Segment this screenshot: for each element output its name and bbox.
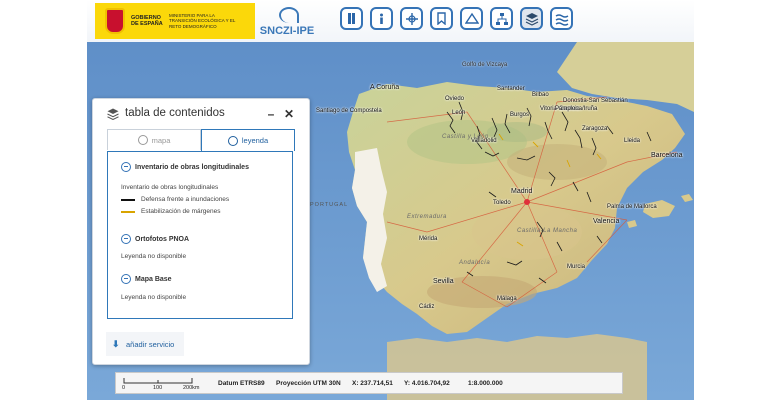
region-label: Castilla-La Mancha <box>517 228 578 234</box>
bookmark-icon <box>437 12 446 25</box>
tab-mapa[interactable]: mapa <box>107 129 201 150</box>
legend-service-name: Ortofotos PNOA <box>135 235 190 243</box>
legend-item-label: Defensa frente a inundaciones <box>141 196 230 203</box>
legend-service[interactable]: Inventario de obras longitudinales <box>121 162 249 172</box>
coordinates-button[interactable] <box>400 7 423 30</box>
city-label: Murcia <box>567 264 586 270</box>
city-label: Zaragoza <box>582 126 608 132</box>
network-button[interactable] <box>490 7 513 30</box>
waves-icon <box>555 13 568 26</box>
globe-icon <box>137 135 148 145</box>
add-service-button[interactable]: ⬇ añadir servicio <box>106 332 184 356</box>
toc-header: tabla de contenidos – ✕ <box>93 99 309 129</box>
city-label: Cádiz <box>419 304 435 310</box>
coat-of-arms-icon <box>105 8 125 34</box>
city-label: Burgos <box>510 112 530 118</box>
city-label: Barcelona <box>651 152 683 159</box>
map-toolbar-button[interactable] <box>340 7 363 30</box>
ministerio-label: MINISTERIO PARA LA TRANSICIÓN ECOLÓGICA … <box>169 12 236 29</box>
network-icon <box>495 12 508 25</box>
line-symbol-icon <box>121 210 135 213</box>
scale-bar: 0 100 200km <box>122 377 202 393</box>
region-label: Andalucía <box>459 260 491 266</box>
legend-item: Estabilización de márgenes <box>121 208 221 215</box>
region-label: Extremadura <box>407 214 447 220</box>
layers-icon <box>107 108 119 120</box>
city-label: León <box>452 110 466 116</box>
download-icon: ⬇ <box>112 338 120 349</box>
service-icon <box>121 234 131 244</box>
x-coordinate: X: 237.714,51 <box>352 380 393 387</box>
legend-item-label: Estabilización de márgenes <box>141 208 221 215</box>
city-label: Toledo <box>493 200 511 206</box>
legend-service-name: Inventario de obras longitudinales <box>135 163 249 171</box>
legend-item: Defensa frente a inundaciones <box>121 196 229 203</box>
status-bar: 0 100 200km Datum ETRS89 Proyección UTM … <box>115 372 623 394</box>
projection-label: Proyección UTM 30N <box>276 380 341 387</box>
app-frame: GOBIERNO DE ESPAÑA MINISTERIO PARA LA TR… <box>87 0 694 400</box>
legend-icon <box>227 135 238 146</box>
sea-label: Golfo de Vizcaya <box>462 62 508 68</box>
coordinates-icon <box>405 12 418 25</box>
legend-content: Inventario de obras longitudinales Inven… <box>107 151 293 319</box>
measure-button[interactable] <box>460 7 483 30</box>
y-coordinate: Y: 4.016.704,92 <box>404 380 450 387</box>
tab-leyenda-label: leyenda <box>241 136 269 145</box>
legend-layer-title: Inventario de obras longitudinales <box>121 184 219 191</box>
scale-bar-graphic <box>123 378 193 384</box>
legend-service[interactable]: Ortofotos PNOA <box>121 234 189 244</box>
city-label: Palma de Mallorca <box>607 204 657 210</box>
toolbar <box>340 7 573 30</box>
scale-tick: 0 <box>122 385 126 391</box>
city-label: Santiago de Compostela <box>316 108 382 114</box>
city-label: Madrid <box>511 188 533 195</box>
layers-icon <box>525 12 538 26</box>
service-icon <box>121 162 131 172</box>
government-logo: GOBIERNO DE ESPAÑA MINISTERIO PARA LA TR… <box>95 3 255 39</box>
city-label: Oviedo <box>445 96 465 102</box>
city-label: Lleida <box>624 138 641 144</box>
city-label: Sevilla <box>433 278 454 285</box>
city-label: Donostia-San Sebastián <box>563 98 628 104</box>
info-button[interactable] <box>370 7 393 30</box>
city-label: Santander <box>497 86 525 92</box>
legend-service[interactable]: Mapa Base <box>121 274 172 284</box>
info-icon <box>380 13 383 24</box>
measure-icon <box>464 12 479 24</box>
map-scale: 1:8.000.000 <box>468 380 503 387</box>
legend-note: Leyenda no disponible <box>121 294 187 301</box>
datum-label: Datum ETRS89 <box>218 380 265 387</box>
service-icon <box>121 274 131 284</box>
map-toolbar-icon <box>348 13 355 24</box>
region-label: Castilla y León <box>442 134 489 140</box>
minimize-button[interactable]: – <box>265 108 277 120</box>
city-label: Valencia <box>593 218 620 225</box>
wave-logo-icon <box>279 7 299 23</box>
bookmark-button[interactable] <box>430 7 453 30</box>
snczi-logo: SNCZI-IPE <box>257 5 317 37</box>
snczi-logo-text: SNCZI-IPE <box>259 25 315 37</box>
city-label: Bilbao <box>532 92 549 98</box>
gobierno-label: GOBIERNO DE ESPAÑA <box>131 15 163 27</box>
table-of-contents-panel: tabla de contenidos – ✕ mapa leyenda Inv… <box>92 98 310 365</box>
city-label: Mérida <box>419 236 438 242</box>
waves-button[interactable] <box>550 7 573 30</box>
city-label: Pamplona/Iruña <box>555 106 598 112</box>
tab-mapa-label: mapa <box>151 135 171 145</box>
city-label: A Coruña <box>370 84 400 91</box>
app-header: GOBIERNO DE ESPAÑA MINISTERIO PARA LA TR… <box>87 0 694 42</box>
layers-button[interactable] <box>520 7 543 30</box>
scale-tick: 100 <box>153 385 163 391</box>
city-label: Málaga <box>497 296 517 302</box>
country-label-portugal: PORTUGAL <box>310 202 349 208</box>
tab-leyenda[interactable]: leyenda <box>201 129 295 151</box>
add-service-label: añadir servicio <box>126 339 175 349</box>
toc-tabs: mapa leyenda <box>107 129 295 151</box>
close-button[interactable]: ✕ <box>283 108 295 120</box>
line-symbol-icon <box>121 198 135 201</box>
toc-title: tabla de contenidos <box>125 107 225 119</box>
legend-note: Leyenda no disponible <box>121 253 187 260</box>
scale-tick: 200km <box>183 385 200 391</box>
legend-service-name: Mapa Base <box>135 275 172 283</box>
